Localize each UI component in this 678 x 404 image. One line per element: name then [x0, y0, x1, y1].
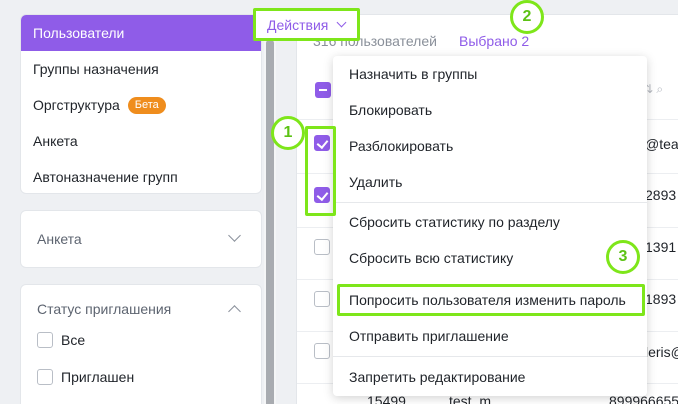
row-phone: 2893: [645, 187, 677, 203]
menu-divider: [333, 356, 647, 357]
chevron-up-icon[interactable]: [228, 305, 241, 318]
sidebar-item-users[interactable]: Пользователи: [21, 15, 261, 51]
menu-item-delete[interactable]: Удалить: [349, 174, 402, 190]
menu-item-unblock[interactable]: Разблокировать: [349, 138, 453, 154]
filter-option-all[interactable]: Все: [37, 332, 85, 348]
sidebar-item-assignment-groups[interactable]: Группы назначения: [21, 51, 261, 87]
sidebar-nav: Пользователи Группы назначения Оргструкт…: [20, 14, 262, 194]
selected-count[interactable]: Выбрано 2: [459, 33, 529, 49]
checkbox[interactable]: [37, 332, 53, 348]
menu-divider: [333, 202, 647, 203]
actions-label: Действия: [267, 16, 329, 33]
callout-marker: 1: [271, 116, 305, 150]
callout-marker: 3: [606, 240, 640, 274]
select-all-checkbox[interactable]: [315, 82, 331, 98]
sidebar-item-label: Оргструктура: [33, 97, 120, 113]
filter-questionnaire[interactable]: Анкета: [20, 210, 262, 268]
row-phone: 1893: [645, 291, 677, 307]
option-label: Все: [61, 332, 86, 348]
menu-item-send-invite[interactable]: Отправить приглашение: [349, 328, 509, 344]
menu-item-reset-all-stats[interactable]: Сбросить всю статистику: [349, 250, 513, 266]
filter-title: Анкета: [37, 231, 82, 247]
callout-marker: 2: [510, 0, 544, 34]
filter-option-invited[interactable]: Приглашен: [37, 369, 134, 385]
sidebar-item-label: Пользователи: [33, 25, 125, 41]
row-checkbox[interactable]: [314, 239, 330, 255]
row-checkbox[interactable]: [314, 291, 330, 307]
sidebar-item-questionnaire[interactable]: Анкета: [21, 123, 261, 159]
row-phone: 1391: [645, 239, 677, 255]
sidebar-item-auto-assign[interactable]: Автоназначение групп: [21, 159, 261, 193]
highlight-box: [337, 284, 645, 316]
sidebar-item-label: Группы назначения: [33, 61, 159, 77]
sidebar-item-label: Анкета: [33, 133, 78, 149]
scrollbar[interactable]: [264, 22, 276, 404]
menu-item-reset-section-stats[interactable]: Сбросить статистику по разделу: [349, 214, 560, 230]
row-email: leris@: [645, 344, 678, 360]
actions-dropdown-button[interactable]: Действия: [253, 8, 360, 41]
option-label: Приглашен: [61, 369, 135, 385]
beta-badge: Бета: [127, 96, 166, 114]
menu-item-block[interactable]: Блокировать: [349, 102, 432, 118]
chevron-down-icon[interactable]: [228, 229, 241, 242]
row-checkbox[interactable]: [314, 343, 330, 359]
actions-menu: Назначить в группы Блокировать Разблокир…: [333, 56, 647, 396]
filter-invite-status: Статус приглашения Все Приглашен: [20, 284, 262, 404]
filter-title: Статус приглашения: [37, 301, 172, 317]
sidebar-item-org-structure[interactable]: Оргструктура Бета: [21, 87, 261, 123]
checkbox[interactable]: [37, 369, 53, 385]
menu-item-assign-groups[interactable]: Назначить в группы: [349, 66, 477, 82]
sidebar-item-label: Автоназначение групп: [33, 169, 178, 185]
chevron-down-icon: [336, 17, 347, 28]
highlight-box: [305, 126, 336, 216]
scroll-thumb[interactable]: [266, 40, 274, 404]
row-email: @tean: [645, 136, 678, 152]
menu-item-forbid-editing[interactable]: Запретить редактирование: [349, 369, 525, 385]
